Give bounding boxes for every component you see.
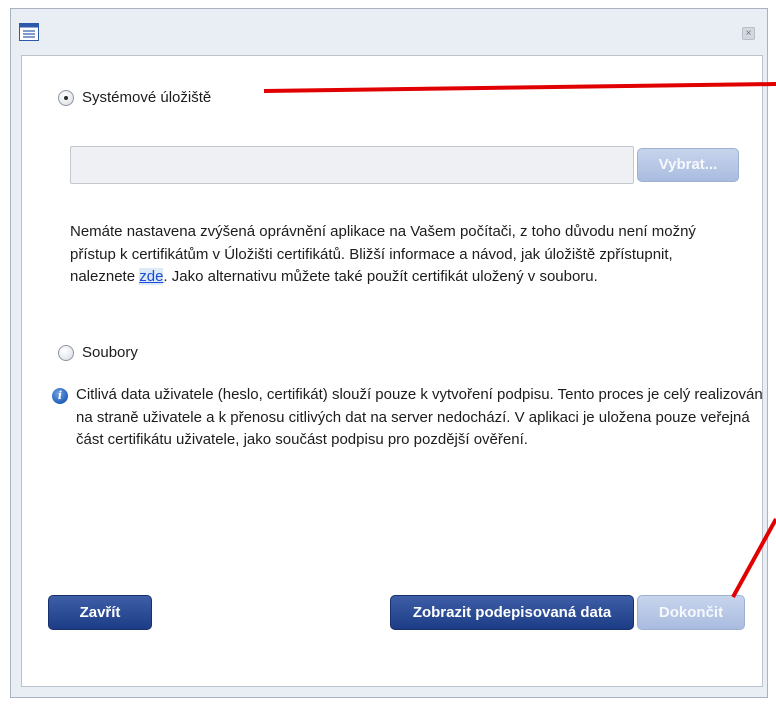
close-icon[interactable]: × <box>742 27 755 40</box>
window-icon <box>19 23 39 41</box>
certificate-dialog: × Systémové úložiště Vybrat... Nemáte na… <box>10 8 768 698</box>
radio-selected-dot <box>64 96 68 100</box>
info-text: Citlivá data uživatele (heslo, certifiká… <box>76 386 763 448</box>
system-store-label: Systémové úložiště <box>82 89 212 106</box>
help-link[interactable]: zde <box>139 268 164 285</box>
dialog-content: Systémové úložiště Vybrat... Nemáte nast… <box>21 55 763 687</box>
close-button[interactable]: Zavřít <box>48 595 152 630</box>
info-icon: i <box>52 388 68 404</box>
files-label: Soubory <box>82 344 138 361</box>
show-signed-data-button[interactable]: Zobrazit podepisovaná data <box>390 595 634 630</box>
title-bar: × <box>11 9 767 55</box>
finish-button[interactable]: Dokončit <box>637 595 745 630</box>
permission-warning-text: Nemáte nastavena zvýšená oprávnění aplik… <box>70 221 730 289</box>
warning-text-after: . Jako alternativu můžete také použít ce… <box>163 268 598 285</box>
system-store-radio[interactable] <box>58 90 74 106</box>
select-button[interactable]: Vybrat... <box>637 148 739 182</box>
certificate-path-input[interactable] <box>70 146 634 184</box>
files-radio[interactable] <box>58 345 74 361</box>
